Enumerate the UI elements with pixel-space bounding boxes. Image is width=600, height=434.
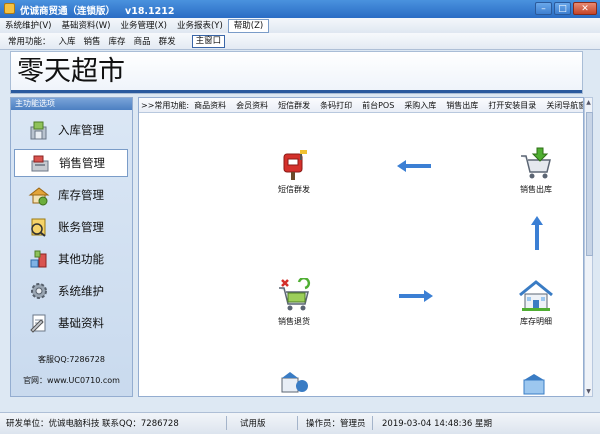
sidebar-item-sales[interactable]: 销售管理: [14, 149, 128, 177]
status-contact: 联系QQ：7286728: [102, 419, 179, 429]
arrow-left-icon: [397, 160, 431, 172]
flow-label: 销售退货: [278, 317, 310, 326]
stock-icon: [28, 184, 50, 206]
house-icon: [517, 278, 555, 314]
ledger-icon: [28, 216, 50, 238]
cart-return-icon: [275, 276, 313, 314]
window-controls: – □ ✕: [535, 2, 597, 15]
toolbar-label: 常用功能：: [8, 37, 51, 47]
quick-open-install-dir[interactable]: 打开安装目录: [483, 100, 541, 111]
minimize-button[interactable]: –: [535, 2, 552, 15]
banner-divider: [11, 90, 582, 93]
sidebar-item-label: 基础资料: [58, 316, 104, 330]
main-window-button[interactable]: 主窗口: [191, 34, 226, 48]
title-bar: 优诚商贸通（连锁版） v18.1212 – □ ✕: [0, 0, 600, 18]
status-operator: 操作员：管理员: [306, 419, 366, 429]
sidebar-item-label: 其他功能: [58, 252, 104, 266]
content-scrollbar[interactable]: ▲ ▼: [584, 97, 593, 397]
quick-product-info[interactable]: 商品资料: [189, 100, 231, 111]
sidebar-item-accounting[interactable]: 账务管理: [14, 213, 128, 241]
package-icon[interactable]: [516, 370, 556, 396]
sidebar: 主功能选项 入库管理 销售管理 库存管理 账务管理 其他功能 系统维护 基础资料…: [10, 97, 133, 397]
sidebar-item-label: 系统维护: [58, 284, 104, 298]
arrow-up-icon: [531, 216, 543, 250]
quick-close-navigation[interactable]: 关闭导航窗口: [541, 100, 583, 111]
sidebar-item-other[interactable]: 其他功能: [14, 245, 128, 273]
quick-functions-bar: >>常用功能: 商品资料 会员资料 短信群发 条码打印 前台POS 采购入库 销…: [139, 98, 583, 113]
quick-front-pos[interactable]: 前台POS: [357, 100, 399, 111]
toolbar-sales[interactable]: 销售: [80, 35, 105, 47]
sidebar-item-label: 销售管理: [59, 156, 105, 170]
flow-label: 销售出库: [520, 185, 552, 194]
mailbox-icon: [275, 146, 313, 182]
tools-icon: [28, 248, 50, 270]
window-title: 优诚商贸通（连锁版） v18.1212: [20, 3, 174, 17]
navigation-panel: >>常用功能: 商品资料 会员资料 短信群发 条码打印 前台POS 采购入库 销…: [138, 97, 584, 397]
menu-business-management[interactable]: 业务管理(X): [116, 19, 172, 33]
status-separator: [226, 416, 227, 430]
menu-basic-data[interactable]: 基础资料(W): [56, 19, 115, 33]
flow-sales-outbound[interactable]: 销售出库: [501, 146, 571, 195]
status-edition: 试用版: [240, 419, 266, 429]
quickbar-label: >>常用功能:: [141, 100, 190, 110]
flow-inventory-detail[interactable]: 库存明细: [501, 278, 571, 327]
sidebar-item-system[interactable]: 系统维护: [14, 277, 128, 305]
status-separator: [297, 416, 298, 430]
toolbar-stock[interactable]: 库存: [105, 35, 130, 47]
window-version: v18.1212: [125, 6, 175, 17]
quick-purchase-inbound[interactable]: 采购入库: [399, 100, 441, 111]
flow-label: 短信群发: [278, 185, 310, 194]
website: 官网：www.UC0710.com: [23, 376, 120, 385]
toolbar-products[interactable]: 商品: [130, 35, 155, 47]
scroll-up-icon[interactable]: ▲: [585, 98, 592, 107]
gear-icon: [28, 280, 50, 302]
scrollbar-thumb[interactable]: [586, 112, 593, 256]
toolbar: 常用功能： 入库 销售 库存 商品 群发 主窗口: [0, 33, 600, 50]
window-title-text: 优诚商贸通（连锁版）: [20, 6, 116, 17]
warehouse-in-icon: [28, 119, 50, 141]
document-icon: [28, 312, 50, 334]
sidebar-item-label: 入库管理: [58, 123, 104, 137]
menu-business-reports[interactable]: 业务报表(Y): [172, 19, 228, 33]
quick-member-info[interactable]: 会员资料: [231, 100, 273, 111]
menu-bar: 系统维护(V) 基础资料(W) 业务管理(X) 业务报表(Y) 帮助(Z): [0, 18, 600, 34]
service-qq: 客服QQ:7286728: [38, 355, 105, 364]
menu-system-maintenance[interactable]: 系统维护(V): [0, 19, 56, 33]
flow-label: 库存明细: [520, 317, 552, 326]
scroll-down-icon[interactable]: ▼: [585, 387, 592, 396]
app-icon: [4, 3, 15, 14]
sidebar-item-label: 账务管理: [58, 220, 104, 234]
sidebar-item-stock[interactable]: 库存管理: [14, 181, 128, 209]
sidebar-header: 主功能选项: [11, 98, 132, 110]
close-button[interactable]: ✕: [573, 2, 597, 15]
toolbar-inbound[interactable]: 入库: [55, 35, 80, 47]
menu-help[interactable]: 帮助(Z): [227, 18, 270, 33]
toolbar-broadcast[interactable]: 群发: [155, 35, 180, 47]
cash-register-icon: [29, 152, 51, 174]
flow-sales-return[interactable]: 销售退货: [259, 276, 329, 327]
sidebar-item-basic-data[interactable]: 基础资料: [14, 309, 128, 337]
status-bar: 研发单位：优诚电脑科技 联系QQ：7286728 试用版 操作员：管理员 201…: [0, 412, 600, 434]
cart-out-icon: [517, 146, 555, 182]
sidebar-item-inbound[interactable]: 入库管理: [14, 116, 128, 144]
store-banner: 零天超市: [10, 51, 583, 94]
maximize-button[interactable]: □: [554, 2, 571, 15]
status-developer: 研发单位：优诚电脑科技: [6, 419, 100, 429]
status-datetime: 2019-03-04 14:48:36 星期: [382, 419, 492, 429]
sidebar-item-label: 库存管理: [58, 188, 104, 202]
store-name: 零天超市: [17, 56, 125, 87]
gift-box-icon[interactable]: [274, 370, 314, 396]
status-separator: [372, 416, 373, 430]
quick-sms-broadcast[interactable]: 短信群发: [273, 100, 315, 111]
arrow-right-icon: [399, 290, 433, 302]
quick-sales-outbound[interactable]: 销售出库: [441, 100, 483, 111]
flow-sms-broadcast[interactable]: 短信群发: [259, 146, 329, 195]
quick-barcode-print[interactable]: 条码打印: [315, 100, 357, 111]
